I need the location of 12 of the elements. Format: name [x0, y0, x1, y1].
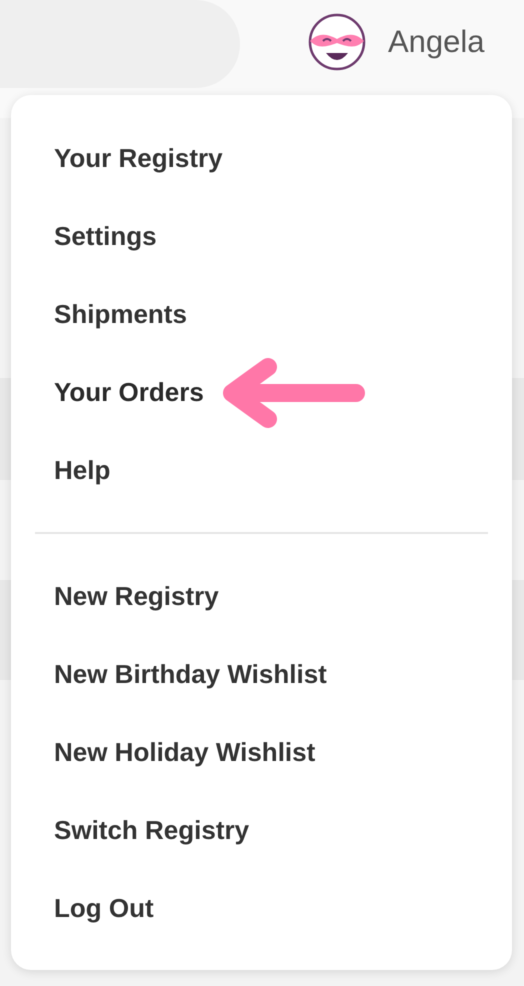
menu-item[interactable]: Log Out — [54, 888, 154, 928]
menu-item[interactable]: Your Orders — [54, 372, 204, 412]
menu-item[interactable]: Settings — [54, 216, 157, 256]
user-name[interactable]: Angela — [388, 18, 485, 66]
menu-item[interactable]: Shipments — [54, 294, 187, 334]
menu-item[interactable]: New Birthday Wishlist — [54, 654, 327, 694]
menu-item[interactable]: Switch Registry — [54, 810, 250, 850]
menu-item[interactable]: Your Registry — [54, 138, 223, 178]
menu-item[interactable]: New Registry — [54, 576, 219, 616]
menu-item[interactable]: New Holiday Wishlist — [54, 732, 316, 772]
menu-item[interactable]: Help — [54, 450, 110, 490]
avatar-icon[interactable] — [308, 13, 366, 71]
